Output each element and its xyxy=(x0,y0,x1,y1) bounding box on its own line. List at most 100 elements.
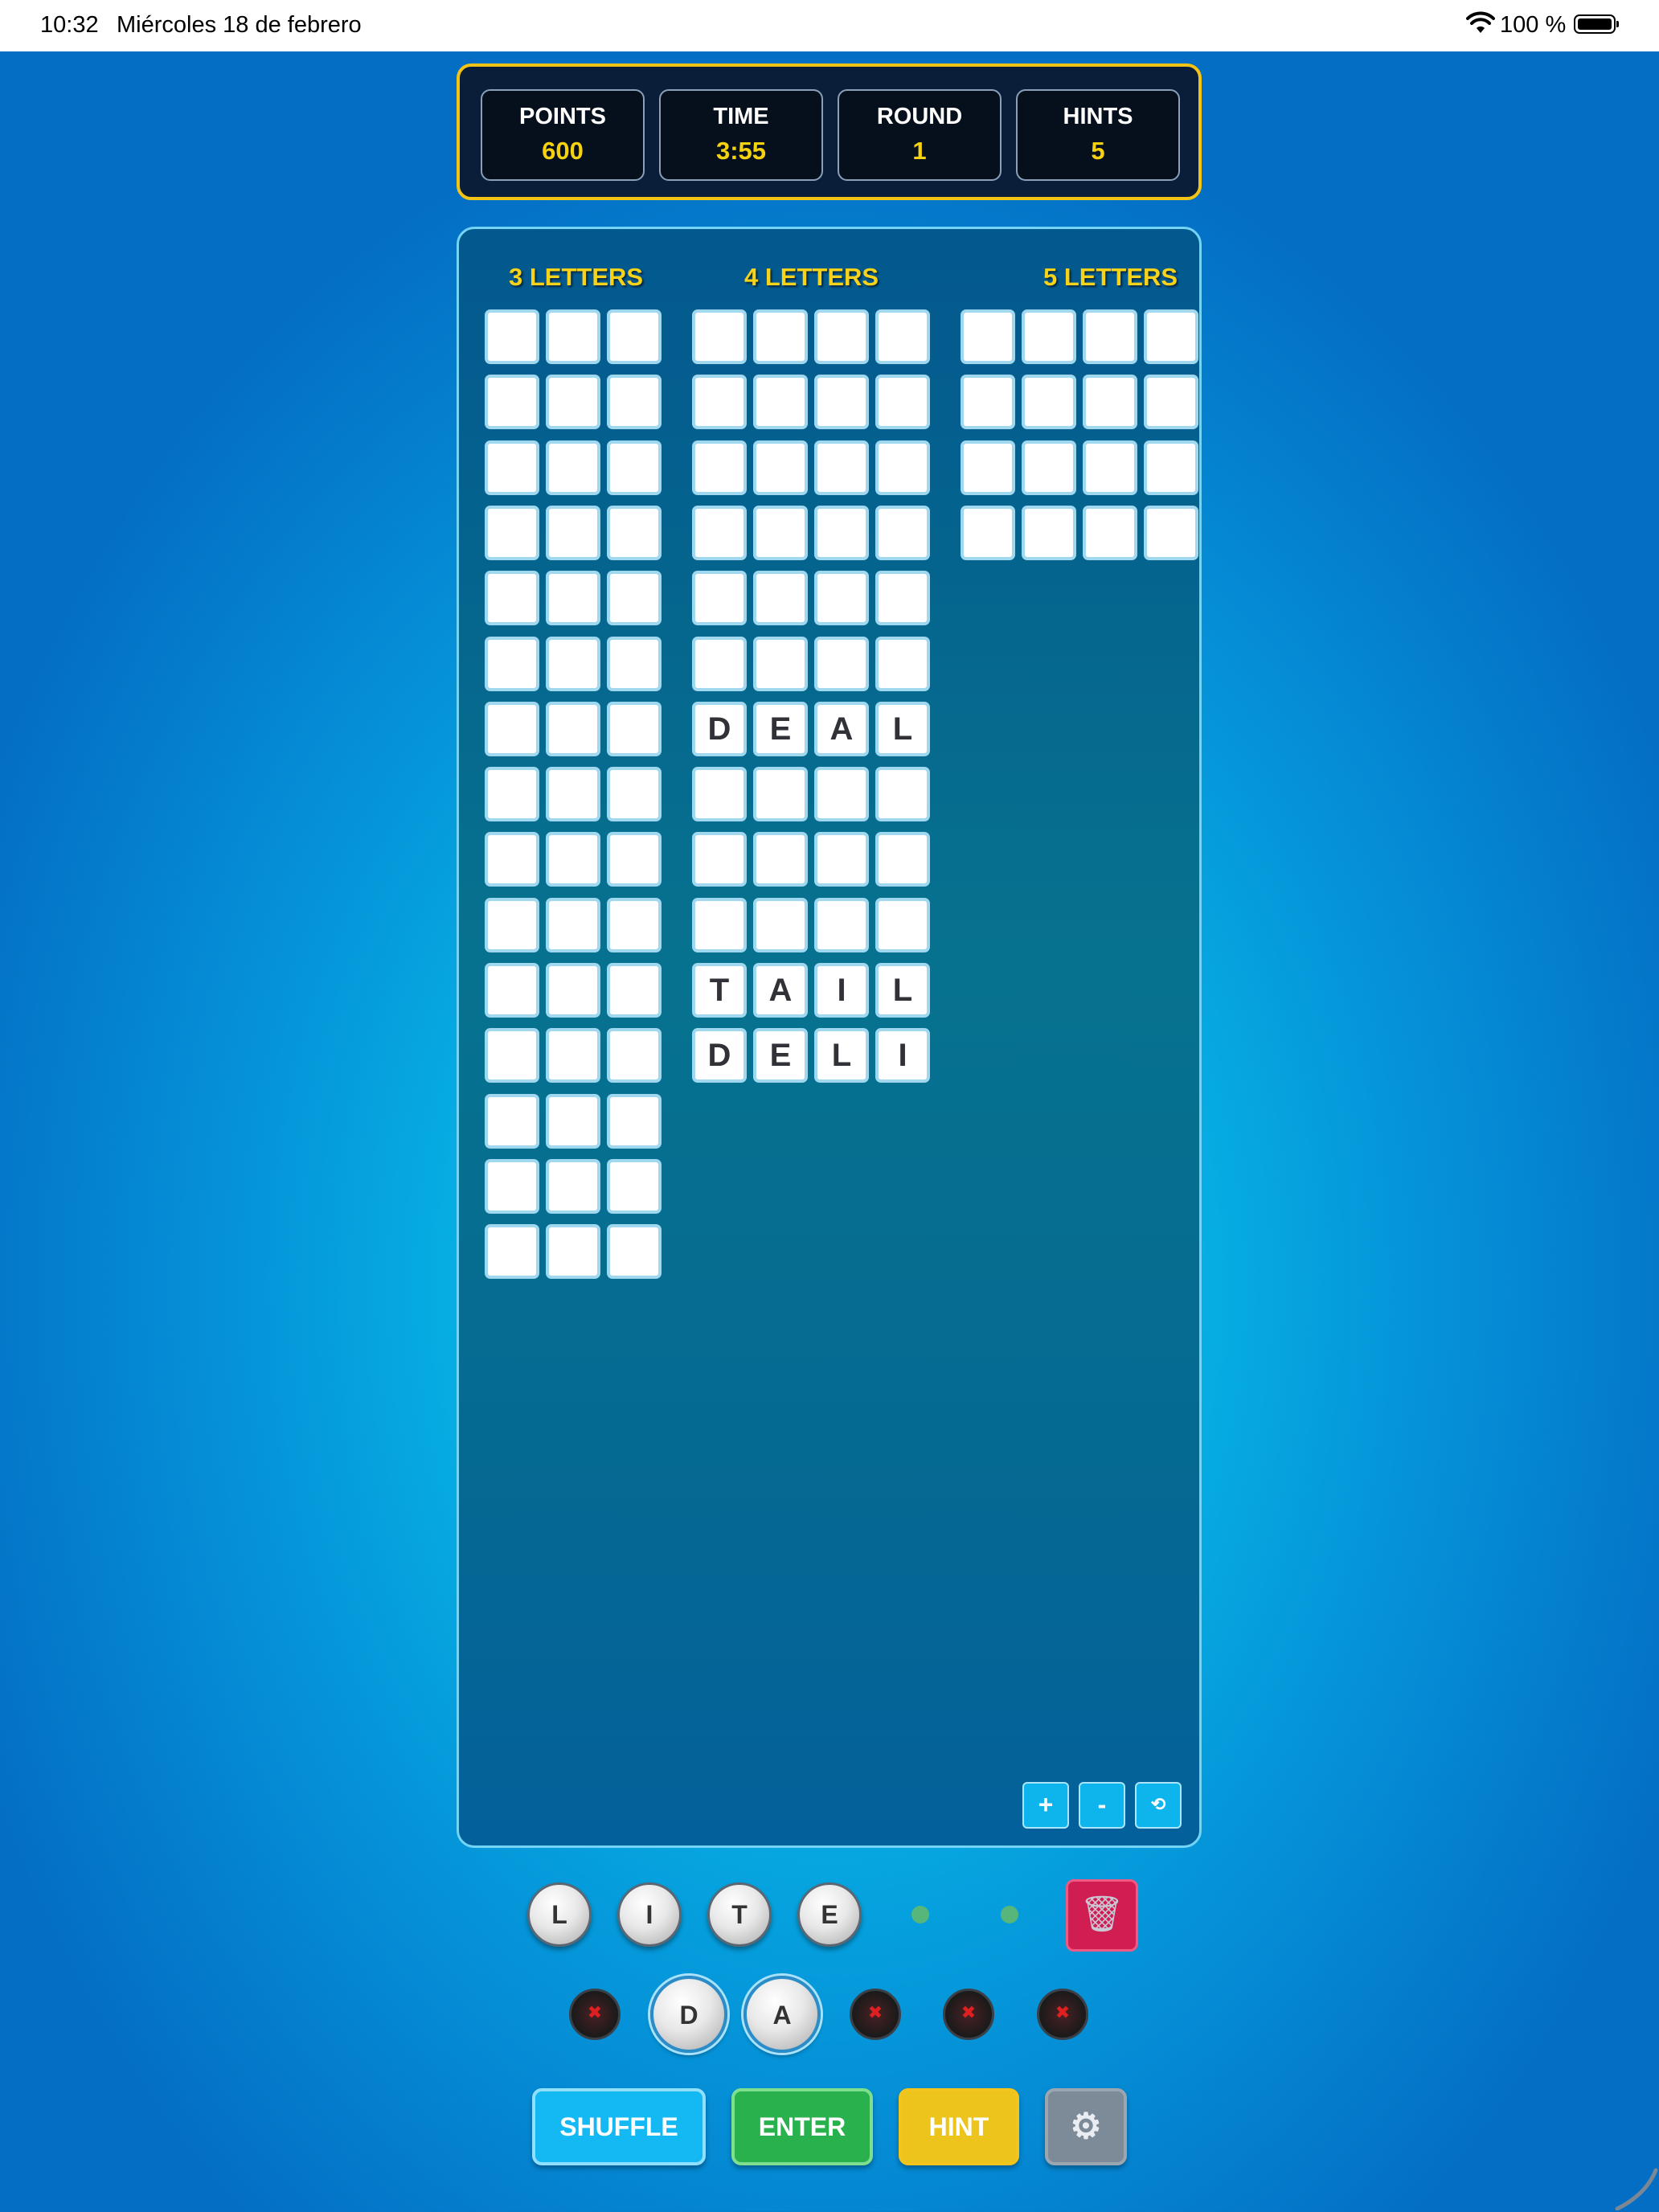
4-letter-tile xyxy=(814,375,869,430)
word-ball-a[interactable]: A xyxy=(743,1976,821,2053)
4-letter-tile: E xyxy=(753,701,808,756)
3-letter-tile xyxy=(546,767,600,822)
4-letter-tile xyxy=(692,375,747,430)
3-letter-tile xyxy=(546,897,600,952)
3-letter-tile xyxy=(485,1028,539,1083)
3-letter-tile xyxy=(485,832,539,887)
4-letter-tile xyxy=(692,505,747,560)
3-letter-tile xyxy=(485,309,539,364)
zoom-in-button[interactable]: + xyxy=(1022,1782,1069,1829)
wifi-icon xyxy=(1466,11,1495,33)
empty-pool-slot xyxy=(1001,1906,1018,1923)
hints-value: 5 xyxy=(1091,137,1105,165)
4-letter-tile xyxy=(875,636,930,691)
5-letter-tile xyxy=(1022,375,1076,430)
4-letter-tile: E xyxy=(753,1028,808,1083)
3-letter-tile xyxy=(485,701,539,756)
4-letter-tile: L xyxy=(814,1028,869,1083)
4-letter-tile xyxy=(692,897,747,952)
4-letter-tile: L xyxy=(875,701,930,756)
hint-button[interactable]: HINT xyxy=(899,2088,1019,2165)
5-letter-tile xyxy=(961,375,1015,430)
column-heading-4-letters: 4 LETTERS xyxy=(744,263,879,291)
5-letter-tile xyxy=(1083,375,1137,430)
4-letter-tile xyxy=(692,440,747,495)
3-letter-tile xyxy=(485,767,539,822)
letter-ball-e[interactable]: E xyxy=(797,1882,862,1947)
settings-button[interactable]: ⚙ xyxy=(1045,2088,1127,2165)
column-heading-5-letters: 5 LETTERS xyxy=(1043,263,1178,291)
resize-corner-icon xyxy=(1615,2168,1658,2210)
trash-icon: 🗑 xyxy=(1079,1895,1124,1934)
4-letter-tile: A xyxy=(753,963,808,1018)
column-heading-3-letters: 3 LETTERS xyxy=(509,263,644,291)
3-letter-tile xyxy=(546,636,600,691)
empty-word-slot xyxy=(943,1989,994,2040)
4-letter-tile xyxy=(814,571,869,626)
4-letter-tile: A xyxy=(814,701,869,756)
shuffle-button[interactable]: SHUFFLE xyxy=(532,2088,706,2165)
enter-button[interactable]: ENTER xyxy=(731,2088,873,2165)
4-letter-tile xyxy=(875,440,930,495)
points-value: 600 xyxy=(542,137,584,165)
letter-ball-l[interactable]: L xyxy=(527,1882,592,1947)
hints-label: HINTS xyxy=(1063,104,1133,129)
4-letter-tile xyxy=(814,505,869,560)
zoom-reset-button[interactable]: ⟲ xyxy=(1135,1782,1182,1829)
5-letter-tile xyxy=(1022,505,1076,560)
4-letter-tile: D xyxy=(692,701,747,756)
4-letter-tile: D xyxy=(692,1028,747,1083)
4-letter-tile xyxy=(692,571,747,626)
3-letter-tile xyxy=(546,701,600,756)
word-board[interactable]: 3 LETTERS 4 LETTERS 5 LETTERS DEALTAILDE… xyxy=(457,227,1202,1848)
zoom-out-button[interactable]: - xyxy=(1079,1782,1125,1829)
3-letter-tile xyxy=(485,963,539,1018)
scoreboard: POINTS 600 TIME 3:55 ROUND 1 HINTS 5 xyxy=(457,63,1202,200)
5-letter-tile xyxy=(1022,309,1076,364)
4-letter-tile: L xyxy=(875,963,930,1018)
3-letter-tile xyxy=(607,1093,662,1149)
4-letter-tile xyxy=(814,767,869,822)
4-letter-tile xyxy=(753,571,808,626)
battery-icon xyxy=(1574,14,1619,34)
3-letter-tile xyxy=(485,636,539,691)
gear-icon: ⚙ xyxy=(1070,2107,1102,2146)
points-panel: POINTS 600 xyxy=(481,89,645,181)
3-letter-tile xyxy=(607,963,662,1018)
hints-panel: HINTS 5 xyxy=(1016,89,1180,181)
trash-button[interactable]: 🗑 xyxy=(1066,1879,1138,1952)
letter-ball-i[interactable]: I xyxy=(617,1882,682,1947)
round-panel: ROUND 1 xyxy=(838,89,1002,181)
5-letter-tile xyxy=(1022,440,1076,495)
time-value: 3:55 xyxy=(715,137,767,165)
4-letter-tile xyxy=(814,440,869,495)
3-letter-tile xyxy=(607,832,662,887)
letter-ball-t[interactable]: T xyxy=(707,1882,772,1947)
5-letter-tile xyxy=(1083,309,1137,364)
4-letter-tile xyxy=(753,832,808,887)
5-letter-tile xyxy=(961,440,1015,495)
5-letter-tile xyxy=(961,505,1015,560)
3-letter-tile xyxy=(546,1028,600,1083)
5-letter-tile xyxy=(1083,505,1137,560)
4-letter-tile xyxy=(875,571,930,626)
4-letter-tile xyxy=(692,309,747,364)
3-letter-tile xyxy=(607,375,662,430)
battery-percent: 100 % xyxy=(1500,12,1567,38)
3-letter-tile xyxy=(485,1158,539,1214)
4-letter-tile: I xyxy=(875,1028,930,1083)
3-letter-tile xyxy=(546,375,600,430)
empty-word-slot xyxy=(850,1989,901,2040)
4-letter-tile xyxy=(814,309,869,364)
3-letter-tile xyxy=(607,636,662,691)
4-letter-tile xyxy=(753,505,808,560)
3-letter-tile xyxy=(485,505,539,560)
word-ball-d[interactable]: D xyxy=(650,1976,727,2053)
3-letter-tile xyxy=(607,309,662,364)
4-letter-tile xyxy=(692,832,747,887)
round-value: 1 xyxy=(912,137,927,165)
status-time: 10:32 xyxy=(40,12,99,38)
4-letter-tile xyxy=(753,309,808,364)
empty-word-slot xyxy=(1037,1989,1088,2040)
5-letter-tile xyxy=(1144,440,1198,495)
